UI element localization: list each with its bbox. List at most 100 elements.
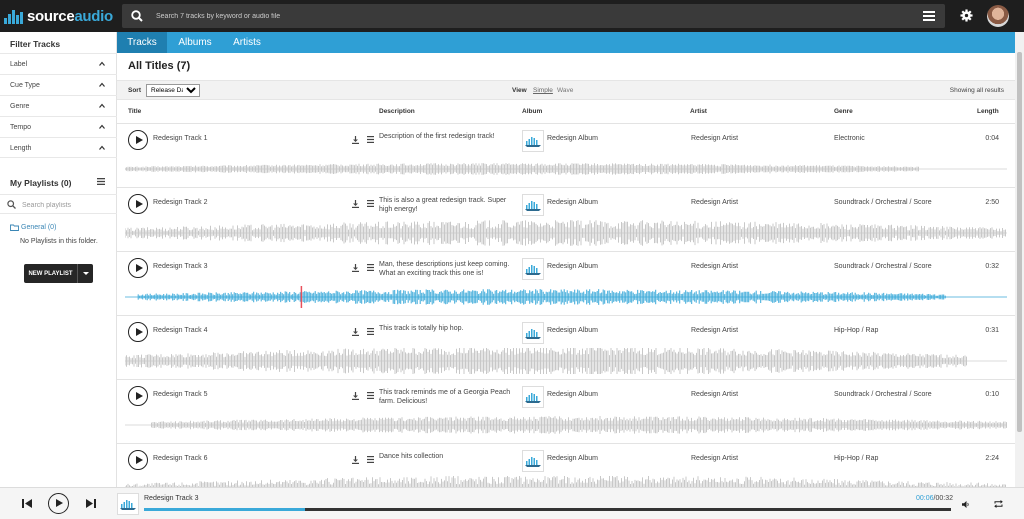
column-header-length[interactable]: Length [977,108,999,115]
logo[interactable]: sourceaudio [4,6,113,26]
track-genre[interactable]: Hip-Hop / Rap [834,455,878,462]
tab-bar: Tracks Albums Artists [117,32,1015,53]
player-play-button[interactable] [48,493,69,514]
track-album[interactable]: Redesign Album [547,455,598,462]
track-row[interactable]: Redesign Track 3 Man, these descriptions … [117,251,1015,315]
download-icon[interactable] [352,200,359,208]
previous-track-icon[interactable] [22,498,32,509]
play-button[interactable] [128,194,148,214]
menu-icon[interactable] [923,11,935,21]
gear-icon[interactable] [960,9,973,22]
track-artist[interactable]: Redesign Artist [691,455,738,462]
playlist-menu-icon[interactable] [97,178,105,185]
filter-tempo[interactable]: Tempo [0,116,117,137]
track-artist[interactable]: Redesign Artist [691,199,738,206]
view-wave-link[interactable]: Wave [557,87,573,94]
track-menu-icon[interactable] [367,328,374,335]
track-title[interactable]: Redesign Track 5 [153,391,207,398]
sort-select[interactable]: Release Date [146,84,200,97]
sidebar: Filter Tracks Label Cue Type Genre Tempo… [0,32,117,487]
track-album[interactable]: Redesign Album [547,327,598,334]
track-title[interactable]: Redesign Track 6 [153,455,207,462]
waveform[interactable] [125,412,1007,438]
play-button[interactable] [128,386,148,406]
search-input[interactable] [156,8,856,24]
repeat-icon[interactable] [994,500,1003,508]
track-row[interactable]: Redesign Track 4 This track is totally hi… [117,315,1015,379]
next-track-icon[interactable] [86,498,96,509]
waveform[interactable] [125,284,1007,310]
chevron-up-icon [99,145,105,150]
waveform[interactable] [125,348,1007,374]
play-button[interactable] [128,258,148,278]
play-button[interactable] [128,322,148,342]
filter-length[interactable]: Length [0,137,117,158]
track-row[interactable]: Redesign Track 5 This track reminds me of… [117,379,1015,443]
download-icon[interactable] [352,136,359,144]
album-thumbnail[interactable] [522,386,544,408]
track-artist[interactable]: Redesign Artist [691,135,738,142]
track-title[interactable]: Redesign Track 2 [153,199,207,206]
track-row[interactable]: Redesign Track 2 This is also a great red… [117,187,1015,251]
track-menu-icon[interactable] [367,264,374,271]
track-album[interactable]: Redesign Album [547,135,598,142]
track-title[interactable]: Redesign Track 4 [153,327,207,334]
filter-label[interactable]: Label [0,53,117,74]
track-genre[interactable]: Soundtrack / Orchestral / Score [834,263,932,270]
tab-albums[interactable]: Albums [170,32,220,53]
track-genre[interactable]: Soundtrack / Orchestral / Score [834,391,932,398]
track-menu-icon[interactable] [367,456,374,463]
download-icon[interactable] [352,264,359,272]
album-thumbnail[interactable] [522,194,544,216]
track-title[interactable]: Redesign Track 1 [153,135,207,142]
download-icon[interactable] [352,392,359,400]
volume-icon[interactable] [962,501,970,508]
album-thumbnail[interactable] [522,130,544,152]
search-bar [122,4,945,28]
track-title[interactable]: Redesign Track 3 [153,263,207,270]
folder-general[interactable]: General (0) [10,224,56,231]
column-header-artist[interactable]: Artist [690,108,707,115]
track-album[interactable]: Redesign Album [547,199,598,206]
column-header-album[interactable]: Album [522,108,542,115]
tab-artists[interactable]: Artists [223,32,271,53]
player-progress-bar[interactable] [144,508,951,511]
player-track-title: Redesign Track 3 [144,495,199,502]
download-icon[interactable] [352,328,359,336]
waveform[interactable] [125,156,1007,182]
avatar[interactable] [987,5,1009,27]
column-header-title[interactable]: Title [128,108,141,115]
play-button[interactable] [128,450,148,470]
waveform[interactable] [125,220,1007,246]
track-artist[interactable]: Redesign Artist [691,327,738,334]
column-header-genre[interactable]: Genre [834,108,853,115]
track-menu-icon[interactable] [367,136,374,143]
column-header-description[interactable]: Description [379,108,415,115]
empty-playlists-text: No Playlists in this folder. [20,238,98,245]
filter-genre[interactable]: Genre [0,95,117,116]
track-genre[interactable]: Electronic [834,135,865,142]
download-icon[interactable] [352,456,359,464]
track-album[interactable]: Redesign Album [547,391,598,398]
search-icon[interactable] [131,10,143,22]
track-row[interactable]: Redesign Track 1 Description of the first… [117,123,1015,187]
album-thumbnail[interactable] [522,258,544,280]
new-playlist-button[interactable]: NEW PLAYLIST [24,264,77,283]
scrollbar[interactable] [1015,32,1024,487]
track-genre[interactable]: Soundtrack / Orchestral / Score [834,199,932,206]
album-thumbnail[interactable] [522,322,544,344]
album-thumbnail[interactable] [522,450,544,472]
new-playlist-dropdown[interactable] [77,264,93,283]
track-artist[interactable]: Redesign Artist [691,263,738,270]
tab-tracks[interactable]: Tracks [117,32,167,53]
filter-cue-type[interactable]: Cue Type [0,74,117,95]
track-menu-icon[interactable] [367,200,374,207]
scrollbar-thumb[interactable] [1017,52,1022,432]
track-menu-icon[interactable] [367,392,374,399]
view-simple-link[interactable]: Simple [533,87,553,94]
play-button[interactable] [128,130,148,150]
playlist-search-input[interactable] [22,199,112,211]
track-album[interactable]: Redesign Album [547,263,598,270]
track-genre[interactable]: Hip-Hop / Rap [834,327,878,334]
track-artist[interactable]: Redesign Artist [691,391,738,398]
